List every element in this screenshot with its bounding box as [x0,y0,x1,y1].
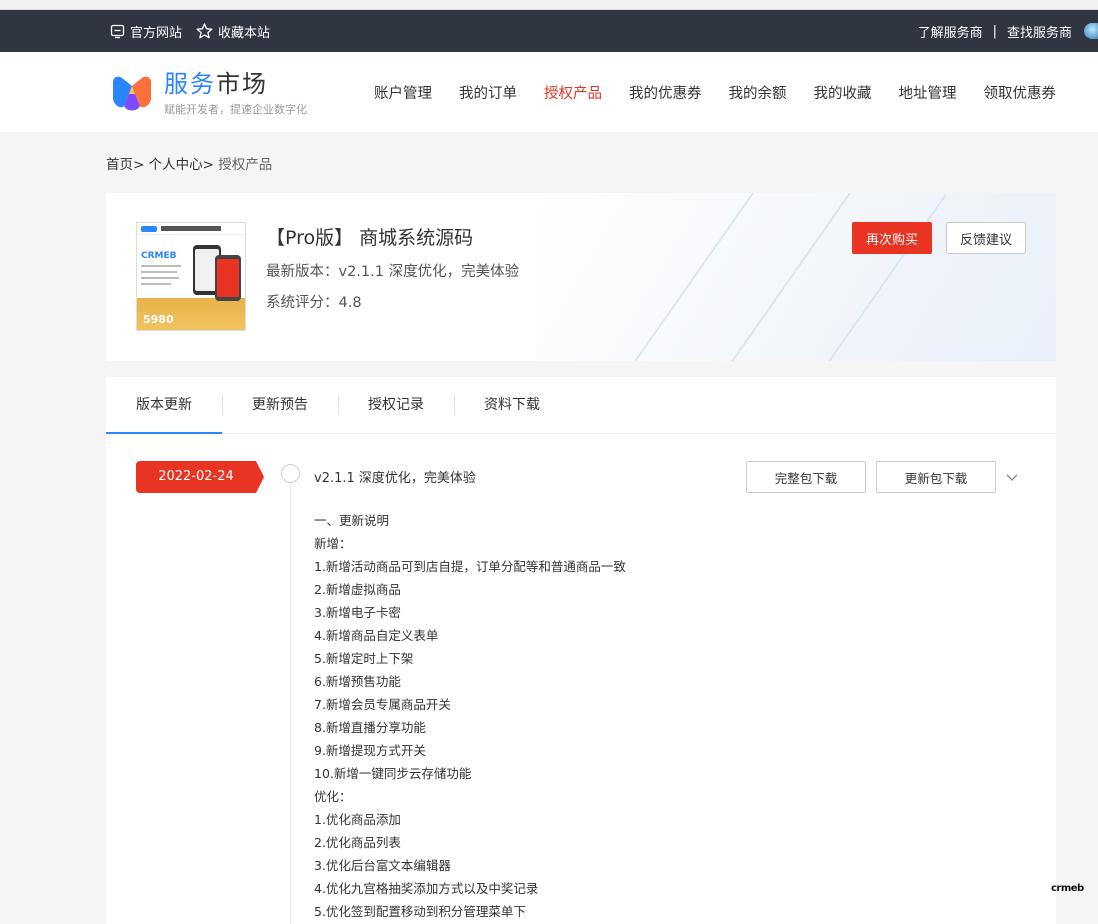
timeline-dot [281,464,300,483]
note-line: 优化： [314,789,352,804]
card-decoration [536,193,1056,361]
feedback-button[interactable]: 反馈建议 [946,222,1026,254]
tab-version-updates[interactable]: 版本更新 [106,377,222,434]
crmeb-watermark: crmeb [1051,883,1084,894]
note-line: 2.新增虚拟商品 [314,582,401,597]
product-score: 系统评分：4.8 [266,295,362,311]
note-line: 10.新增一键同步云存储功能 [314,766,472,781]
note-line: 4.新增商品自定义表单 [314,628,439,643]
thumbnail-brand: CRMEB [141,251,177,261]
nav-item-get-coupons[interactable]: 领取优惠券 [984,82,1057,103]
brand-name: 服务市场 [164,69,307,99]
site-header: 服务市场 赋能开发者，提速企业数字化 账户管理 我的订单 授权产品 我的优惠券 … [0,52,1098,132]
note-line: 1.优化商品添加 [314,812,401,827]
full-package-download-button[interactable]: 完整包下载 [746,461,866,493]
note-line: 6.新增预售功能 [314,674,401,689]
note-line: 9.新增提现方式开关 [314,743,426,758]
release-date-badge: 2022-02-24 [136,461,264,493]
note-line: 4.优化九宫格抽奖添加方式以及中奖记录 [314,881,539,896]
tab-downloads[interactable]: 资料下载 [454,377,570,434]
release-title: v2.1.1 深度优化，完美体验 [314,471,476,486]
buy-again-button[interactable]: 再次购买 [852,222,932,254]
top-bar: 官方网站 收藏本站 了解服务商 | 查找服务商 [0,10,1098,52]
product-card: CRMEB 5980 【Pro版】 商城系统源码 最新版本：v2.1.1 深度优… [106,193,1056,361]
note-line: 7.新增会员专属商品开关 [314,697,451,712]
note-line: 5.新增定时上下架 [314,651,414,666]
brand: 服务市场 赋能开发者，提速企业数字化 [164,69,307,117]
bookmark-link[interactable]: 收藏本站 [196,22,270,41]
breadcrumb-current: 授权产品 [218,157,273,173]
breadcrumb-center[interactable]: 个人中心> [149,157,214,173]
timeline-line [290,485,291,924]
nav-item-addresses[interactable]: 地址管理 [899,82,957,103]
topbar-separator: | [992,23,997,39]
note-line: 1.新增活动商品可到店自提，订单分配等和普通商品一致 [314,559,626,574]
learn-provider-link[interactable]: 了解服务商 [918,22,983,41]
find-provider-link[interactable]: 查找服务商 [1007,22,1072,41]
nav-item-account[interactable]: 账户管理 [374,82,432,103]
note-line: 新增： [314,536,352,551]
nav-item-favorites[interactable]: 我的收藏 [814,82,872,103]
update-package-download-button[interactable]: 更新包下载 [876,461,996,493]
browser-chrome-strip [0,0,1098,10]
product-version: 最新版本：v2.1.1 深度优化，完美体验 [266,264,520,280]
nav-item-balance[interactable]: 我的余额 [729,82,787,103]
nav-item-my-coupons[interactable]: 我的优惠券 [629,82,702,103]
brand-name-part2: 市场 [216,70,268,98]
bookmark-label: 收藏本站 [218,25,271,41]
main-nav: 账户管理 我的订单 授权产品 我的优惠券 我的余额 我的收藏 地址管理 领取优惠… [374,52,1056,132]
tab-license-records[interactable]: 授权记录 [338,377,454,434]
chevron-down-icon[interactable] [1004,469,1020,485]
note-line: 8.新增直播分享功能 [314,720,426,735]
note-line: 5.优化签到配置移动到积分管理菜单下 [314,904,526,919]
release-notes: 一、更新说明 新增： 1.新增活动商品可到店自提，订单分配等和普通商品一致 2.… [314,509,626,923]
note-line: 3.新增电子卡密 [314,605,401,620]
breadcrumb-home[interactable]: 首页> [106,157,144,173]
note-line: 3.优化后台富文本编辑器 [314,858,451,873]
tab-bar: 版本更新 更新预告 授权记录 资料下载 [106,377,1056,434]
tab-update-preview[interactable]: 更新预告 [222,377,338,434]
note-line: 2.优化商品列表 [314,835,401,850]
brand-slogan: 赋能开发者，提速企业数字化 [164,103,307,116]
thumbnail-price: 5980 [143,313,174,326]
official-site-label: 官方网站 [130,25,183,41]
brand-name-part1: 服务 [164,70,216,98]
brand-logo-icon[interactable] [110,72,154,116]
breadcrumb: 首页> 个人中心> 授权产品 [106,153,272,173]
star-icon [196,23,213,39]
nav-item-licensed-products[interactable]: 授权产品 [544,82,602,103]
nav-item-orders[interactable]: 我的订单 [459,82,517,103]
product-thumbnail: CRMEB 5980 [136,222,246,331]
website-icon [110,24,125,38]
official-site-link[interactable]: 官方网站 [110,22,182,41]
release-card: 版本更新 更新预告 授权记录 资料下载 2022-02-24 v2.1.1 深度… [106,377,1056,924]
note-line: 一、更新说明 [314,513,390,528]
globe-icon [1084,23,1098,39]
product-title: 【Pro版】 商城系统源码 [266,227,474,249]
